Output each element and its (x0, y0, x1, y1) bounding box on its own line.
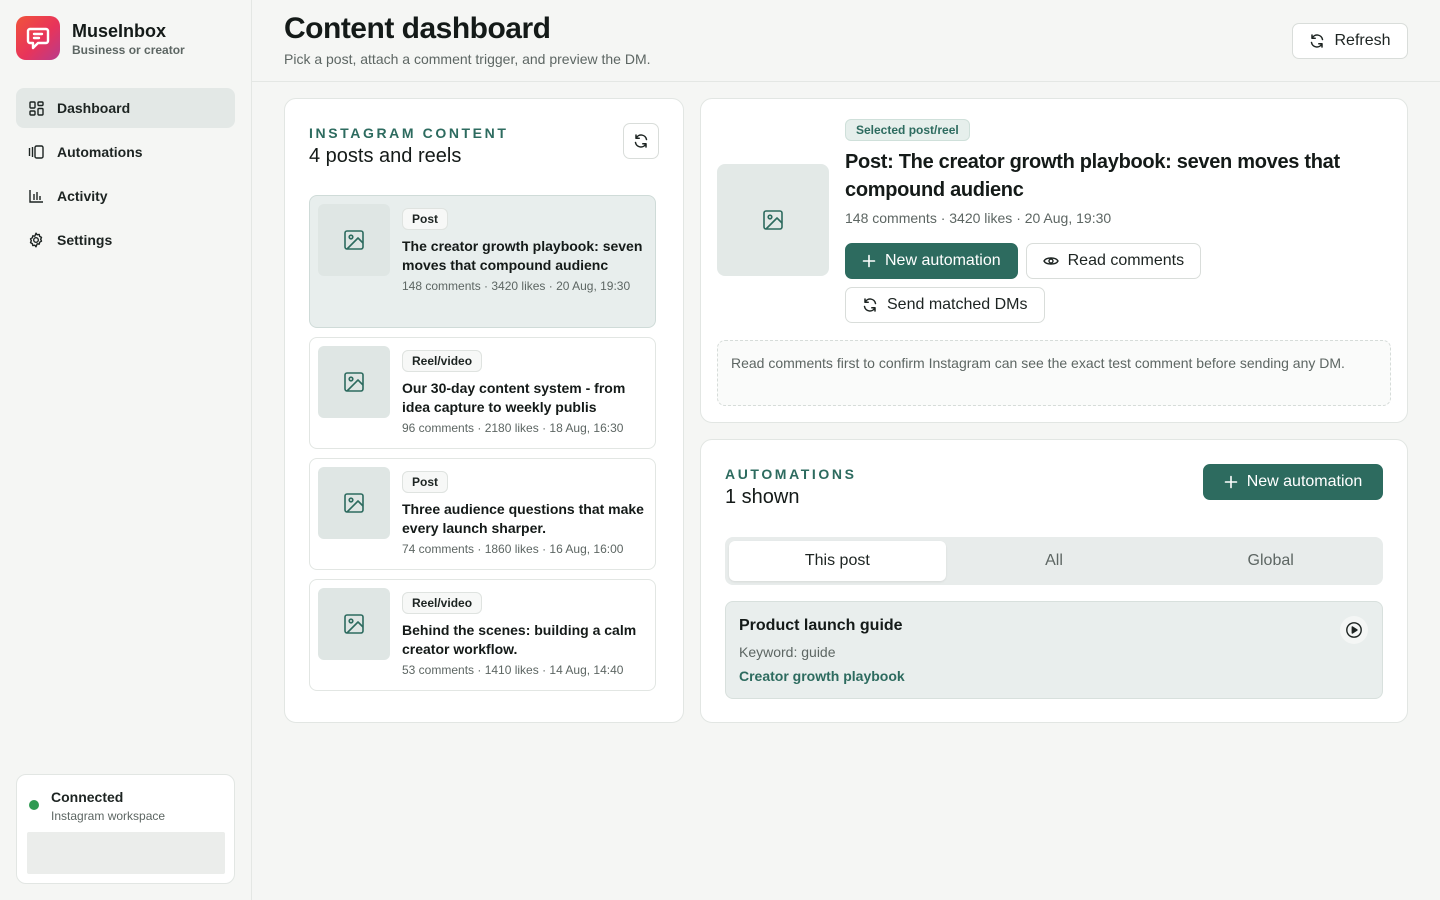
sidebar: MuseInbox Business or creator Dashboard … (0, 0, 252, 900)
refresh-label: Refresh (1334, 32, 1391, 49)
brand[interactable]: MuseInbox Business or creator (16, 16, 185, 60)
tab-global[interactable]: Global (1162, 541, 1379, 581)
image-placeholder-icon (318, 346, 390, 418)
connection-status: Connected (51, 789, 124, 805)
automation-item[interactable]: Product launch guide Keyword: guide Crea… (725, 601, 1383, 699)
instagram-content-panel: INSTAGRAM CONTENT 4 posts and reels Post… (284, 98, 684, 723)
nav-item-dashboard[interactable]: Dashboard (16, 88, 235, 128)
connection-card: Connected Instagram workspace (16, 774, 235, 884)
post-meta: 53 comments · 1410 likes · 14 Aug, 14:40 (402, 663, 624, 677)
read-comments-button[interactable]: Read comments (1025, 243, 1202, 279)
post-meta: 96 comments · 2180 likes · 18 Aug, 16:30 (402, 421, 624, 435)
automation-name: Product launch guide (739, 617, 903, 634)
post-item[interactable]: Reel/video Our 30-day content system - f… (309, 337, 656, 449)
automation-post-link[interactable]: Creator growth playbook (739, 668, 905, 684)
post-list: Post The creator growth playbook: seven … (309, 195, 656, 700)
send-matched-dms-button[interactable]: Send matched DMs (845, 287, 1045, 323)
tab-all[interactable]: All (946, 541, 1163, 581)
post-meta: 74 comments · 1860 likes · 16 Aug, 16:00 (402, 542, 624, 556)
nav-label: Activity (57, 188, 108, 204)
refresh-button[interactable]: Refresh (1292, 23, 1408, 59)
nav-label: Dashboard (57, 100, 131, 116)
nav-label: Settings (57, 232, 113, 248)
new-automation-label: New automation (885, 252, 1001, 269)
automations-panel: AUTOMATIONS 1 shown New automation This … (700, 439, 1408, 723)
selected-post-panel: Selected post/reel Post: The creator gro… (700, 98, 1408, 423)
automation-keyword: Keyword: guide (739, 644, 836, 660)
post-title: Three audience questions that make every… (402, 501, 644, 536)
new-automation-button[interactable]: New automation (845, 243, 1018, 279)
new-automation-button[interactable]: New automation (1203, 464, 1383, 500)
section-eyebrow: INSTAGRAM CONTENT (309, 125, 509, 141)
send-matched-dms-label: Send matched DMs (887, 296, 1028, 313)
post-type-badge: Reel/video (402, 592, 483, 614)
selected-badge: Selected post/reel (845, 119, 970, 141)
selected-post-title: Post: The creator growth playbook: seven… (845, 151, 1340, 201)
refresh-icon (1309, 33, 1325, 49)
eye-icon (1042, 255, 1059, 267)
section-title: 4 posts and reels (309, 145, 462, 167)
post-item[interactable]: Post The creator growth playbook: seven … (309, 195, 656, 328)
post-meta: 148 comments · 3420 likes · 20 Aug, 19:3… (402, 279, 631, 293)
info-notice: Read comments first to confirm Instagram… (717, 340, 1391, 406)
nav-item-automations[interactable]: Automations (16, 132, 235, 172)
new-automation-label: New automation (1246, 473, 1363, 490)
refresh-content-button[interactable] (623, 123, 659, 159)
play-circle-icon[interactable] (1340, 616, 1368, 644)
museinbox-logo-icon (16, 16, 60, 60)
connection-workspace: Instagram workspace (51, 809, 166, 823)
section-eyebrow: AUTOMATIONS (725, 466, 857, 482)
page-title: Content dashboard (284, 12, 551, 45)
section-title: 1 shown (725, 486, 800, 508)
post-type-badge: Reel/video (402, 350, 483, 372)
activity-chart-icon (28, 188, 44, 204)
refresh-icon (633, 133, 649, 149)
automation-scope-tabs: This post All Global (725, 537, 1383, 585)
post-type-badge: Post (402, 208, 449, 230)
post-type-badge: Post (402, 471, 449, 493)
page-subtitle: Pick a post, attach a comment trigger, a… (284, 51, 651, 67)
read-comments-label: Read comments (1067, 252, 1185, 269)
nav-label: Automations (57, 144, 143, 160)
post-item[interactable]: Reel/video Behind the scenes: building a… (309, 579, 656, 691)
automations-icon (28, 144, 44, 160)
image-placeholder-icon (318, 467, 390, 539)
image-placeholder-icon (318, 588, 390, 660)
post-title: The creator growth playbook: seven moves… (402, 238, 643, 273)
image-placeholder-icon (318, 204, 390, 276)
page-header: Content dashboard Pick a post, attach a … (252, 0, 1440, 82)
nav-item-settings[interactable]: Settings (16, 220, 235, 260)
status-dot-icon (29, 800, 39, 810)
plus-icon (1224, 475, 1238, 489)
brand-name: MuseInbox (72, 20, 167, 41)
gear-icon (28, 232, 44, 248)
dashboard-icon (28, 100, 44, 116)
brand-subtitle: Business or creator (72, 42, 185, 57)
main-nav: Dashboard Automations Activity Settings (16, 88, 235, 264)
image-placeholder-icon (717, 164, 829, 276)
tab-this-post[interactable]: This post (729, 541, 946, 581)
selected-post-meta: 148 comments · 3420 likes · 20 Aug, 19:3… (845, 210, 1112, 226)
nav-item-activity[interactable]: Activity (16, 176, 235, 216)
post-item[interactable]: Post Three audience questions that make … (309, 458, 656, 570)
connection-placeholder (27, 832, 225, 874)
post-title: Our 30-day content system - from idea ca… (402, 380, 626, 415)
refresh-icon (862, 297, 878, 313)
plus-icon (862, 254, 876, 268)
post-title: Behind the scenes: building a calm creat… (402, 622, 637, 657)
